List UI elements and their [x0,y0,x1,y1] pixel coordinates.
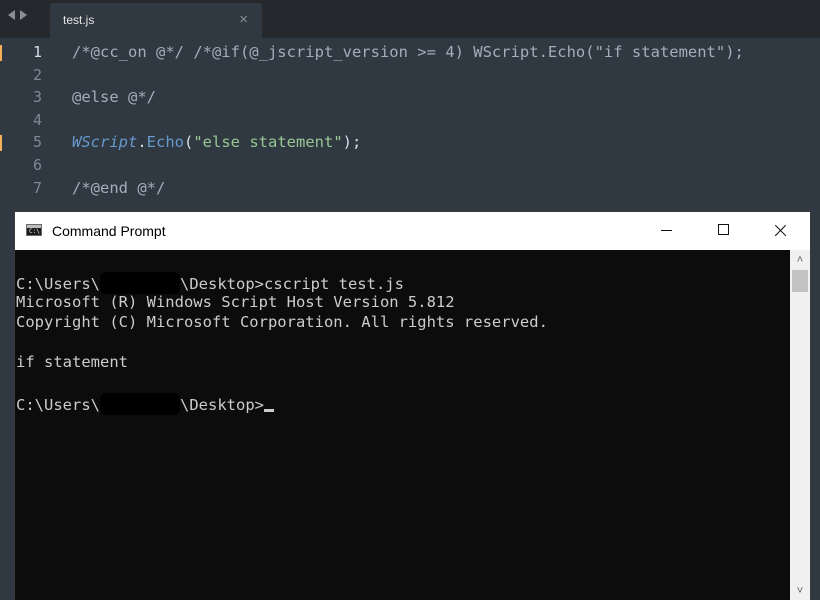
code-line: 4 [0,109,820,132]
code-line: 6 [0,154,820,177]
line-code: /*@cc_on @*/ /*@if(@_jscript_version >= … [72,41,744,63]
line-number: 2 [32,65,42,84]
close-button[interactable] [757,212,803,248]
console-text: \Desktop>cscript test.js [180,275,404,293]
code-token: WScript [72,133,138,152]
line-code: WScript.Echo("else statement"); [72,131,361,153]
code-line: 3 @else @*/ [0,86,820,109]
line-code: @else @*/ [72,86,156,108]
line-code: /*@end @*/ [72,177,165,199]
vertical-scrollbar[interactable]: ˄ ˅ [790,250,810,600]
command-prompt-window: C:\ Command Prompt C:\Users\ \Desktop>csc… [15,212,810,600]
cmd-window-title: Command Prompt [52,223,166,239]
code-line: 2 [0,64,820,87]
code-token: /*@cc_on @*/ /*@if(@_jscript_version >= … [72,43,744,61]
redacted-username [100,272,180,294]
code-line: 1 /*@cc_on @*/ /*@if(@_jscript_version >=… [0,41,820,64]
tab-test-js[interactable]: test.js × [50,3,262,38]
line-number: 7 [32,178,42,197]
tab-back-arrow-icon[interactable] [8,10,15,20]
scrollbar-thumb[interactable] [792,270,808,292]
code-token: /*@end @*/ [72,178,166,197]
console-output[interactable]: C:\Users\ \Desktop>cscript test.js Microso… [15,250,790,600]
code-token: "else statement" [193,133,343,152]
tab-forward-arrow-icon[interactable] [20,10,27,20]
code-area[interactable]: 1 /*@cc_on @*/ /*@if(@_jscript_version >=… [0,38,820,213]
code-line: 7 /*@end @*/ [0,177,820,200]
line-number: 3 [32,88,42,107]
text-cursor [264,408,274,412]
console-line: C:\Users\ \Desktop> [16,392,274,415]
line-number: 6 [32,156,42,174]
console-line: if statement [16,352,128,372]
console-text: C:\Users\ [16,395,100,414]
cmd-app-icon: C:\ [26,224,42,236]
tab-title: test.js [63,13,95,27]
maximize-button[interactable] [701,212,747,248]
cmd-title-bar[interactable]: C:\ Command Prompt [15,212,810,250]
line-number: 1 [32,43,42,61]
scroll-up-icon[interactable]: ˄ [790,252,810,269]
code-token: Echo [146,133,184,152]
code-token: ); [342,133,362,152]
code-token: @else @*/ [72,88,156,107]
console-text: \Desktop> [180,395,264,414]
tab-close-icon[interactable]: × [239,11,248,29]
console-text: Copyright (C) Microsoft Corporation. All… [16,313,548,332]
console-text: if statement [16,353,128,372]
scroll-down-icon[interactable]: ˅ [790,583,810,600]
console-text: C:\Users\ [16,275,100,293]
code-token: ( [184,133,194,152]
console-line: C:\Users\ \Desktop>cscript test.js [16,272,404,294]
line-number: 4 [32,110,42,129]
code-token: . [137,133,147,152]
line-number: 5 [32,133,42,152]
redacted-username [100,392,180,415]
minimize-button[interactable] [644,212,690,248]
code-line: 5 WScript.Echo("else statement"); [0,131,820,154]
tab-navigation [8,10,27,20]
console-text: Microsoft (R) Windows Script Host Versio… [16,293,455,312]
console-line: Microsoft (R) Windows Script Host Versio… [16,292,455,312]
tab-bar: test.js × [0,0,820,38]
console-line: Copyright (C) Microsoft Corporation. All… [16,312,548,332]
